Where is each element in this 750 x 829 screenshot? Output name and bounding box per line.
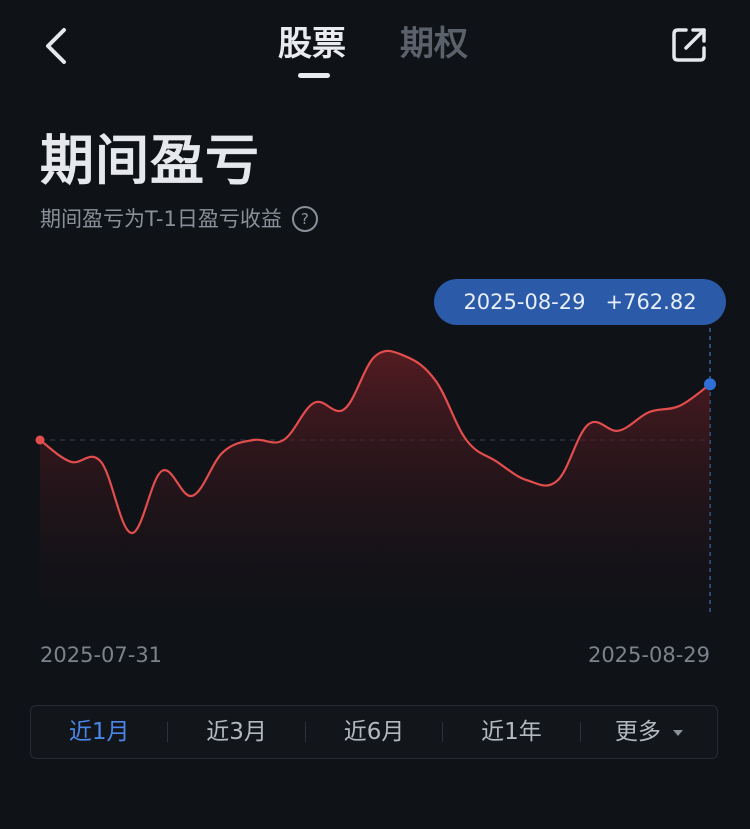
range-1m[interactable]: 近1月 [31, 705, 167, 759]
highlight-point-dot [704, 378, 716, 391]
range-3m[interactable]: 近3月 [168, 705, 304, 759]
active-tab-indicator [298, 73, 330, 78]
back-button[interactable] [38, 24, 78, 68]
page-title: 期间盈亏 [40, 129, 260, 192]
tab-stocks[interactable]: 股票 [278, 22, 346, 66]
time-range-selector: 近1月 近3月 近6月 近1年 更多 [30, 705, 718, 759]
pnl-chart [35, 320, 716, 613]
more-label: 更多 [614, 719, 661, 745]
range-1y[interactable]: 近1年 [443, 705, 579, 759]
subtitle: 期间盈亏为T-1日盈亏收益 ? [40, 203, 318, 235]
tab-options[interactable]: 期权 [400, 22, 468, 66]
chart-tooltip: 2025-08-29 +762.82 [434, 279, 726, 325]
chevron-left-icon [46, 28, 66, 64]
range-6m[interactable]: 近6月 [306, 705, 442, 759]
tooltip-value: +762.82 [605, 290, 697, 314]
subtitle-text: 期间盈亏为T-1日盈亏收益 [40, 207, 282, 231]
tooltip-date: 2025-08-29 [463, 290, 586, 314]
pnl-area-fill [40, 350, 710, 613]
share-external-icon [672, 28, 706, 62]
start-point-dot [35, 435, 45, 445]
question-circle-icon[interactable]: ? [291, 206, 318, 232]
x-axis-start-label: 2025-07-31 [40, 643, 163, 667]
caret-down-icon [672, 729, 683, 736]
x-axis-end-label: 2025-08-29 [587, 643, 710, 667]
range-more-dropdown[interactable]: 更多 [581, 705, 717, 759]
share-button[interactable] [666, 22, 712, 68]
